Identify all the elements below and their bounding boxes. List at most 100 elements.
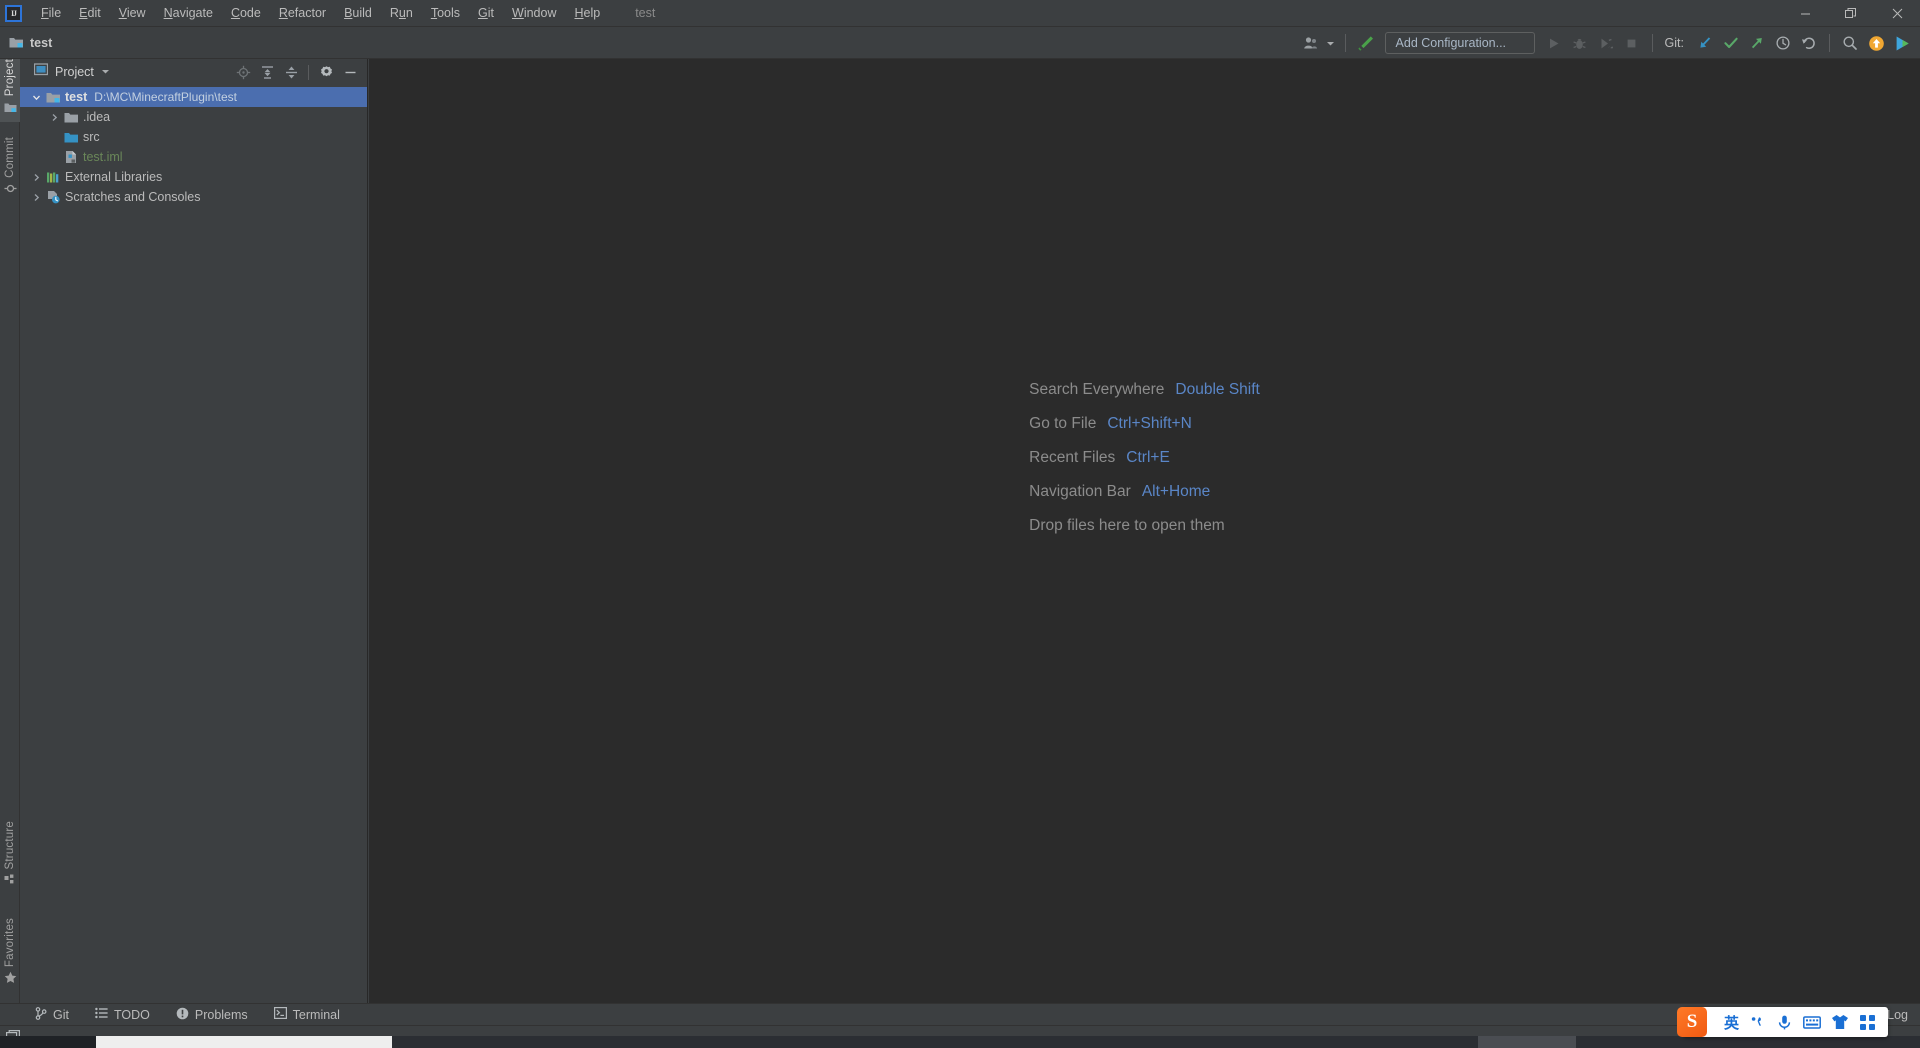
git-history-icon[interactable] xyxy=(1771,31,1795,55)
git-push-icon[interactable] xyxy=(1745,31,1769,55)
menu-git[interactable]: Git xyxy=(469,2,503,24)
ide-play-icon[interactable] xyxy=(1890,31,1914,55)
bottom-tab-todo[interactable]: TODO xyxy=(82,1004,163,1026)
profiler-icon[interactable] xyxy=(1299,31,1323,55)
collapse-all-icon[interactable] xyxy=(280,61,302,83)
tree-node-label: Scratches and Consoles xyxy=(65,190,201,204)
menu-window[interactable]: Window xyxy=(503,2,565,24)
hint-label: Recent Files xyxy=(1029,449,1116,466)
menu-run[interactable]: Run xyxy=(381,2,422,24)
toolbar-separator xyxy=(1344,34,1346,52)
sidebar-item-commit[interactable]: Commit xyxy=(0,137,20,204)
iml-file-icon xyxy=(62,150,80,164)
minimize-button[interactable] xyxy=(1782,0,1828,27)
problems-icon xyxy=(176,1007,189,1023)
todo-list-icon xyxy=(95,1007,108,1022)
expand-all-icon[interactable] xyxy=(256,61,278,83)
sogou-input-method-bar[interactable]: S 英 xyxy=(1676,1007,1888,1037)
bottom-tab-problems[interactable]: Problems xyxy=(163,1004,261,1026)
debug-icon[interactable] xyxy=(1568,31,1592,55)
stop-icon[interactable] xyxy=(1620,31,1644,55)
microphone-icon[interactable] xyxy=(1776,1014,1793,1031)
tree-node-scratches-and-consoles[interactable]: Scratches and Consoles xyxy=(20,187,367,207)
tree-node-path: D:\MC\MinecraftPlugin\test xyxy=(94,90,237,104)
project-window-icon xyxy=(33,63,49,81)
ime-mode-toggle[interactable]: 英 xyxy=(1724,1012,1739,1033)
skin-shirt-icon[interactable] xyxy=(1831,1014,1849,1030)
soft-keyboard-icon[interactable] xyxy=(1803,1015,1821,1030)
tree-node-test[interactable]: test D:\MC\MinecraftPlugin\test xyxy=(20,87,367,107)
menu-bar: IJ File Edit View Navigate Code Refactor… xyxy=(0,0,1920,27)
punctuation-icon[interactable] xyxy=(1749,1014,1766,1031)
chevron-down-icon[interactable] xyxy=(1325,31,1337,55)
bottom-tab-terminal[interactable]: Terminal xyxy=(261,1004,353,1026)
tree-node-label: .idea xyxy=(83,110,111,124)
menu-tools[interactable]: Tools xyxy=(422,2,469,24)
hint-shortcut: Ctrl+E xyxy=(1126,449,1170,466)
run-with-coverage-icon[interactable] xyxy=(1594,31,1618,55)
chevron-down-icon[interactable] xyxy=(28,93,44,102)
hide-panel-icon[interactable] xyxy=(339,61,361,83)
hint-search-everywhere: Search Everywhere Double Shift xyxy=(1029,381,1260,399)
build-hammer-icon[interactable] xyxy=(1354,31,1378,55)
toolbar-separator-3 xyxy=(1829,34,1830,52)
tree-node-src[interactable]: src xyxy=(20,127,367,147)
sidebar-item-favorites[interactable]: Favorites xyxy=(0,918,20,993)
sidebar-item-project[interactable]: Project xyxy=(0,59,20,123)
menu-build[interactable]: Build xyxy=(335,2,381,24)
hint-label: Go to File xyxy=(1029,415,1097,432)
git-update-icon[interactable] xyxy=(1693,31,1717,55)
chevron-right-icon[interactable] xyxy=(28,193,44,202)
menu-help[interactable]: Help xyxy=(565,2,609,24)
sidebar-item-project-label: Project xyxy=(4,59,16,97)
run-configuration-label: Add Configuration... xyxy=(1395,36,1507,50)
close-button[interactable] xyxy=(1874,0,1920,27)
breadcrumb-project-name: test xyxy=(30,35,53,50)
window-title: test xyxy=(635,6,656,20)
tree-node-idea[interactable]: .idea xyxy=(20,107,367,127)
git-rollback-icon[interactable] xyxy=(1797,31,1821,55)
window-controls xyxy=(1782,0,1920,27)
menu-code[interactable]: Code xyxy=(222,2,270,24)
hint-navigation-bar: Navigation Bar Alt+Home xyxy=(1029,483,1260,501)
sidebar-item-structure[interactable]: Structure xyxy=(0,821,20,895)
bottom-tab-label: Git xyxy=(53,1007,69,1022)
tree-node-external-libraries[interactable]: External Libraries xyxy=(20,167,367,187)
module-folder-icon xyxy=(44,91,62,104)
toolbar-actions: Add Configuration... Git: xyxy=(1299,27,1914,59)
sogou-logo-icon[interactable]: S xyxy=(1676,1007,1707,1037)
run-icon[interactable] xyxy=(1542,31,1566,55)
select-opened-file-icon[interactable] xyxy=(232,61,254,83)
libraries-icon xyxy=(44,171,62,184)
toolbox-grid-icon[interactable] xyxy=(1859,1014,1876,1031)
toolbar-separator-2 xyxy=(1651,34,1653,52)
bottom-tab-git[interactable]: Git xyxy=(22,1004,82,1026)
menu-view[interactable]: View xyxy=(110,2,155,24)
restore-button[interactable] xyxy=(1828,0,1874,27)
editor-area-empty[interactable]: Search Everywhere Double Shift Go to Fil… xyxy=(369,59,1920,1003)
project-view-chevron-down-icon[interactable] xyxy=(101,63,110,81)
tree-node-label: test.iml xyxy=(83,150,123,164)
hint-go-to-file: Go to File Ctrl+Shift+N xyxy=(1029,415,1260,433)
sidebar-item-commit-label: Commit xyxy=(4,137,16,178)
menu-edit[interactable]: Edit xyxy=(70,2,110,24)
updates-available-icon[interactable] xyxy=(1864,31,1888,55)
bottom-tab-label: Problems xyxy=(194,1007,248,1022)
structure-grid-icon xyxy=(4,873,16,891)
menu-navigate[interactable]: Navigate xyxy=(155,2,222,24)
hint-drop-files: Drop files here to open them xyxy=(1029,517,1260,535)
project-folder-icon xyxy=(4,100,17,118)
git-commit-icon[interactable] xyxy=(1719,31,1743,55)
run-configuration-selector[interactable]: Add Configuration... xyxy=(1384,32,1535,54)
ime-mode-label: 英 xyxy=(1723,1014,1739,1032)
menu-file[interactable]: File xyxy=(32,2,70,24)
search-everywhere-icon[interactable] xyxy=(1838,31,1862,55)
project-panel-header: Project xyxy=(20,59,367,85)
tree-node-test-iml[interactable]: test.iml xyxy=(20,147,367,167)
toggle-toolwindows-icon[interactable] xyxy=(6,1030,21,1044)
settings-gear-icon[interactable] xyxy=(315,61,337,83)
menu-refactor[interactable]: Refactor xyxy=(270,2,335,24)
chevron-right-icon[interactable] xyxy=(28,173,44,182)
breadcrumb[interactable]: test xyxy=(0,36,52,50)
chevron-right-icon[interactable] xyxy=(46,113,62,122)
